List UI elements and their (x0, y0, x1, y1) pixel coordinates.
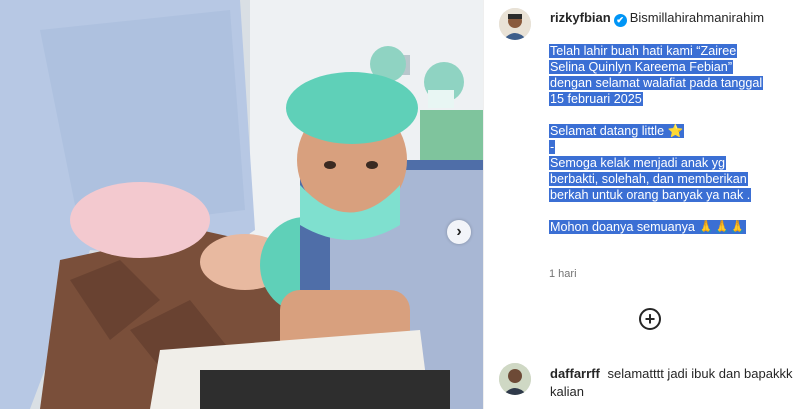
caption-line: - (549, 140, 556, 154)
caption-header: rizkyfbian ✔ Bismillahirahmanirahim (550, 10, 764, 27)
caption-line: berkah untuk orang banyak ya nak . (549, 188, 752, 202)
caption-line: Semoga kelak menjadi anak yg (549, 156, 727, 170)
author-avatar[interactable] (499, 8, 531, 40)
commenter-avatar-image (499, 363, 531, 395)
commenter-avatar[interactable] (499, 363, 531, 395)
commenter-username[interactable]: daffarrff (550, 366, 600, 381)
caption-line: Telah lahir buah hati kami “Zairee (549, 44, 738, 58)
caption-line: Selamat datang little ⭐ (549, 124, 685, 138)
next-photo-button[interactable]: › (447, 220, 471, 244)
post-side-panel: rizkyfbian ✔ Bismillahirahmanirahim Telah … (483, 0, 807, 409)
caption-first-line: Bismillahirahmanirahim (629, 10, 765, 25)
caption-line: Selina Quinlyn Kareema Febian” (549, 60, 734, 74)
post-photo: › (0, 0, 483, 409)
author-avatar-image (499, 8, 531, 40)
verified-badge-icon: ✔ (613, 14, 627, 27)
post-timestamp[interactable]: 1 hari (549, 268, 577, 280)
comment-item: daffarrff selamatttt jadi ibuk dan bapak… (550, 365, 795, 401)
caption-line: dengan selamat walafiat pada tanggal (549, 76, 764, 90)
post-caption: Telah lahir buah hati kami “Zairee Selin… (549, 43, 794, 235)
load-more-comments-icon[interactable]: + (639, 308, 661, 330)
caption-line: Mohon doanya semuanya 🙏🙏🙏 (549, 220, 747, 234)
caption-line: 15 februari 2025 (549, 92, 643, 106)
post-photo-illustration (0, 0, 483, 409)
author-username[interactable]: rizkyfbian (550, 10, 611, 25)
caption-line: berbakti, solehah, dan memberikan (549, 172, 748, 186)
